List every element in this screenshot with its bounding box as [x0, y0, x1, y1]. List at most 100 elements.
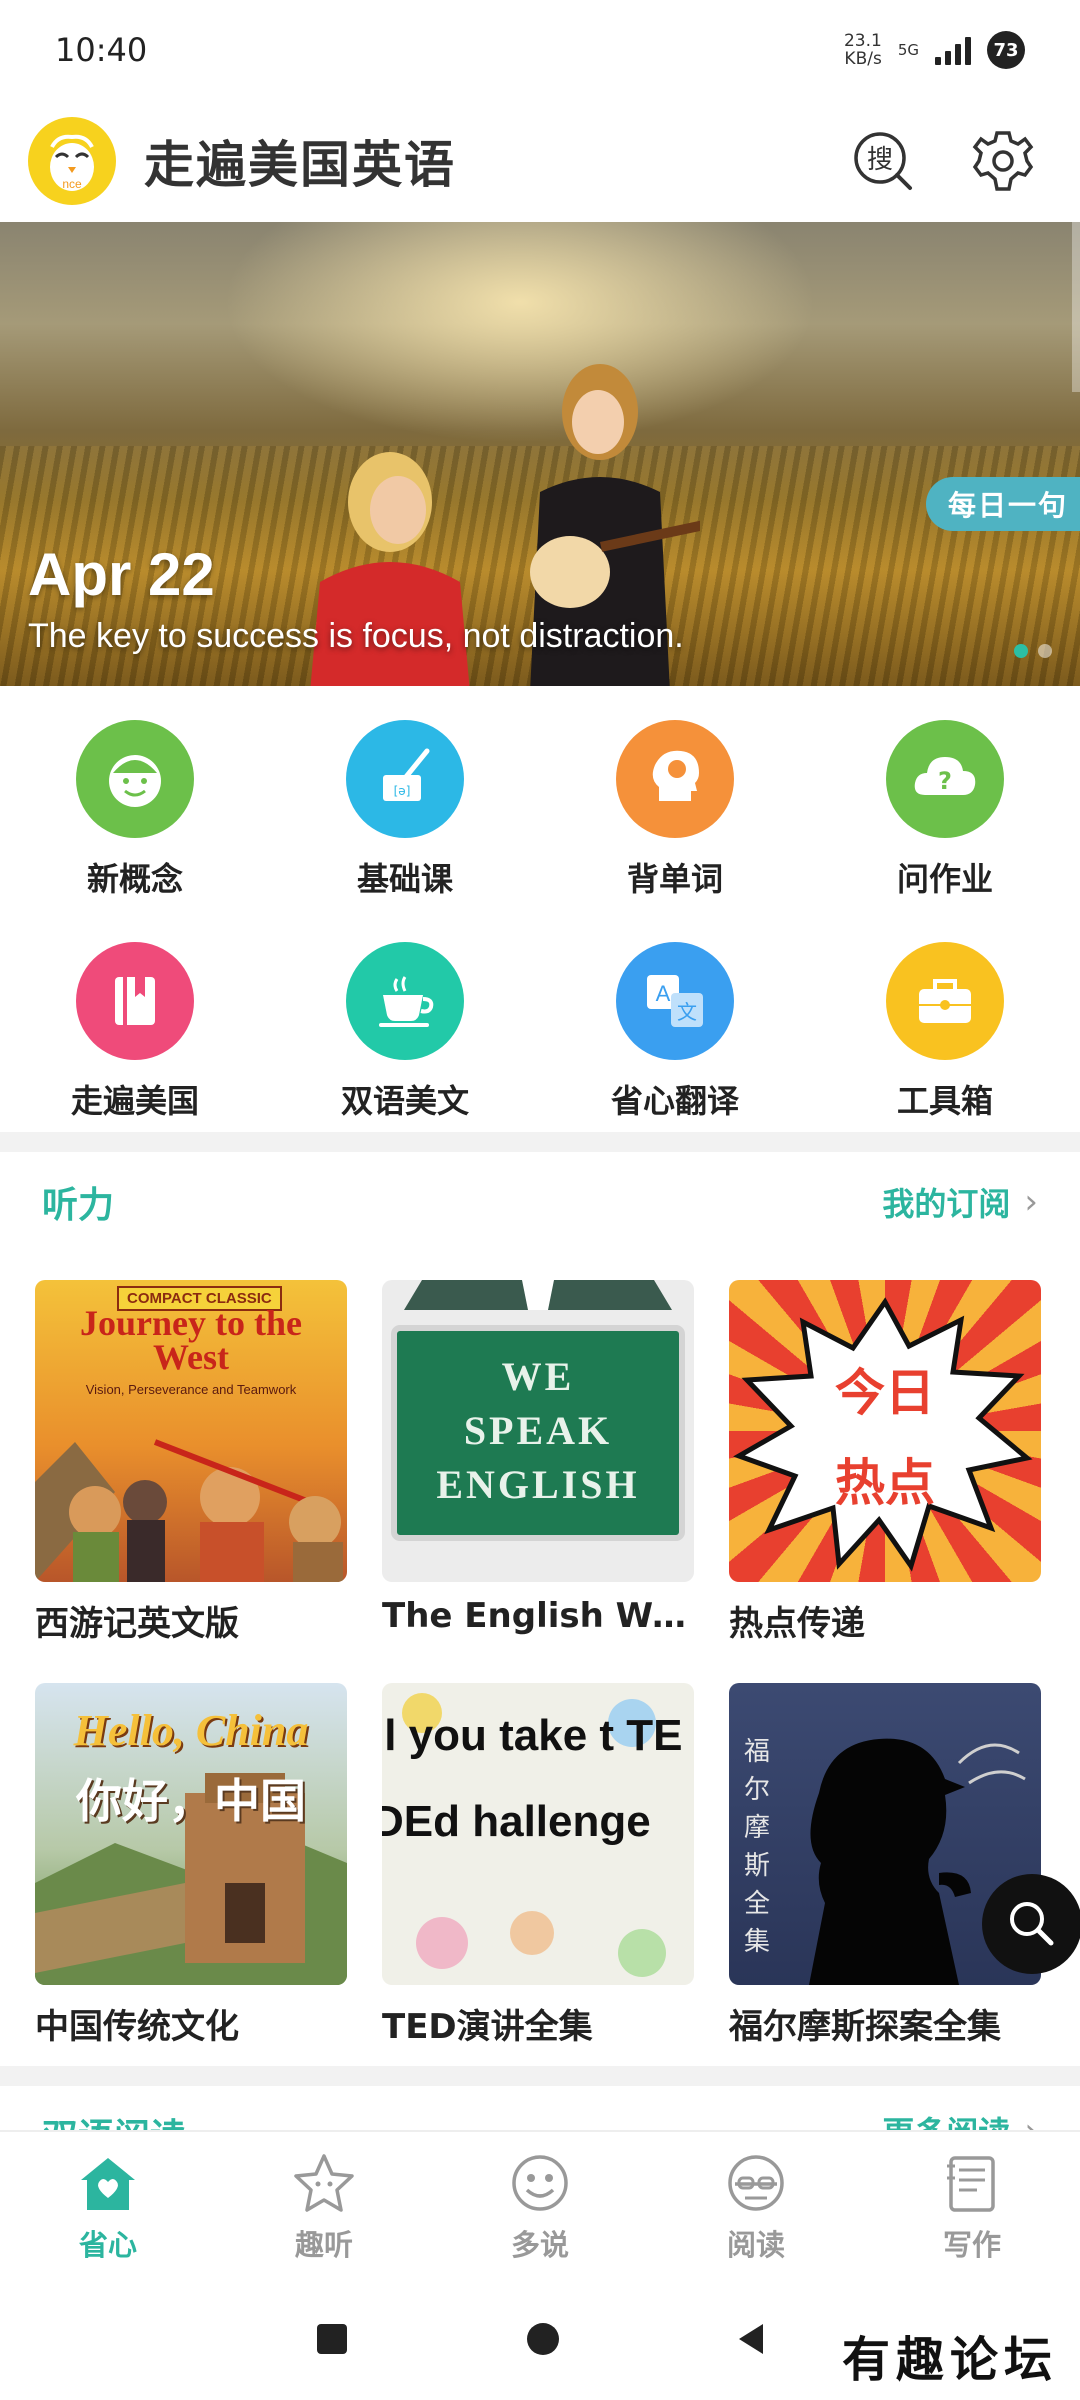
card-title: 福尔摩斯探案全集 — [729, 2007, 1001, 2047]
category-grid: 新概念 [ə] 基础课 背单词 ? 问作业 走遍美国 双语美文 A文 省心翻译 — [0, 700, 1080, 1130]
daily-sentence-banner[interactable]: 每日一句 Apr 22 The key to success is focus,… — [0, 222, 1080, 686]
nav-label: 多说 — [510, 2228, 569, 2262]
smiley-face-icon — [76, 720, 194, 838]
listening-card-grid: COMPACT CLASSIC Journey to the West Visi… — [35, 1280, 1045, 2048]
listening-card[interactable]: 今日 热点 热点传递 — [729, 1280, 1041, 1645]
bilingual-reading-section-header: 双语阅读 更多阅读 › — [0, 2086, 1080, 2130]
listening-card[interactable]: 福尔摩斯全集 福尔摩斯探案全集 — [729, 1683, 1041, 2048]
card-title: 热点传递 — [729, 1604, 865, 1644]
status-time: 10:40 — [55, 31, 148, 69]
chevron-right-icon: › — [1024, 1182, 1038, 1222]
category-label: 走遍美国 — [70, 1082, 199, 1120]
nav-write[interactable]: 写作 — [864, 2132, 1080, 2278]
head-abc-icon — [616, 720, 734, 838]
logo-text: nce — [62, 177, 82, 191]
daily-sentence-tag[interactable]: 每日一句 — [925, 477, 1080, 531]
toolbox-icon — [886, 942, 1004, 1060]
nav-read[interactable]: 阅读 — [648, 2132, 864, 2278]
magnifier-icon — [1010, 1902, 1054, 1946]
banner-dot-active — [1014, 644, 1028, 658]
listening-card[interactable]: COMPACT CLASSIC Journey to the West Visi… — [35, 1280, 347, 1645]
card-title: 中国传统文化 — [35, 2007, 239, 2047]
gear-icon — [972, 131, 1034, 191]
status-bar: 10:40 23.1 KB/s 5G 73 — [0, 0, 1080, 100]
network-type: 5G — [897, 41, 919, 59]
nav-listen[interactable]: 趣听 — [216, 2132, 432, 2278]
recent-apps-button[interactable] — [317, 2324, 347, 2354]
home-button[interactable] — [527, 2323, 559, 2355]
category-label: 问作业 — [896, 860, 993, 898]
nav-label: 写作 — [942, 2228, 1001, 2262]
nav-label: 趣听 — [294, 2228, 353, 2262]
bilingual-reading-title: 双语阅读 — [42, 2108, 186, 2130]
search-icon: 搜 — [854, 132, 912, 190]
header-actions: 搜 — [848, 126, 1052, 196]
svg-text:A: A — [656, 981, 671, 1006]
listening-title: 听力 — [42, 1185, 115, 1226]
reading-glasses-icon — [721, 2148, 791, 2218]
listening-card[interactable]: ll you take t TEDEd hallenge TED演讲全集 — [382, 1683, 694, 2048]
banner-quote: The key to success is focus, not distrac… — [28, 617, 684, 655]
category-toolbox[interactable]: 工具箱 — [810, 922, 1080, 1144]
card-title: TED演讲全集 — [382, 2007, 593, 2047]
card-cover-hello-china: Hello, China 你好，中国 — [35, 1683, 347, 1985]
signal-icon — [935, 35, 971, 65]
banner-scrollbar — [1072, 222, 1080, 392]
category-label: 基础课 — [356, 860, 453, 898]
bottom-navigation: 省心 趣听 多说 阅读 写作 — [0, 2130, 1080, 2278]
category-label: 省心翻译 — [610, 1082, 739, 1120]
my-subscriptions-link[interactable]: 我的订阅 › — [882, 1179, 1038, 1225]
svg-text:文: 文 — [677, 1000, 697, 1024]
app-header: nce 走遍美国英语 搜 — [0, 100, 1080, 222]
card-cover-journey-west: COMPACT CLASSIC Journey to the West Visi… — [35, 1280, 347, 1582]
bird-logo-icon — [50, 134, 94, 191]
status-indicators: 23.1 KB/s 5G 73 — [844, 31, 1025, 69]
category-vocabulary[interactable]: 背单词 — [540, 700, 810, 922]
listening-card[interactable]: Hello, China 你好，中国 中国传统文化 — [35, 1683, 347, 2048]
forum-watermark: 有趣论坛 — [841, 2332, 1058, 2388]
back-button[interactable] — [739, 2324, 763, 2354]
app-logo: nce — [28, 117, 116, 205]
paint-brush-icon: [ə] — [346, 720, 464, 838]
section-divider — [0, 1132, 1080, 1152]
settings-button[interactable] — [968, 126, 1038, 196]
monkey-king-illustration — [35, 1439, 343, 1582]
banner-date: Apr 22 — [28, 541, 215, 608]
star-face-icon — [289, 2148, 359, 2218]
category-translation[interactable]: A文 省心翻译 — [540, 922, 810, 1144]
svg-text:?: ? — [938, 767, 952, 795]
battery-indicator: 73 — [987, 31, 1025, 69]
network-speed: 23.1 KB/s — [843, 31, 882, 69]
category-label: 新概念 — [86, 860, 183, 898]
nav-home[interactable]: 省心 — [0, 2132, 216, 2278]
translate-icon: A文 — [616, 942, 734, 1060]
card-cover-english-we-speak: WE SPEAK ENGLISH — [382, 1280, 694, 1582]
nav-speak[interactable]: 多说 — [432, 2132, 648, 2278]
card-title: 西游记英文版 — [35, 1604, 239, 1644]
cloud-question-icon: ? — [886, 720, 1004, 838]
category-new-concept[interactable]: 新概念 — [0, 700, 270, 922]
floating-search-button[interactable] — [982, 1874, 1080, 1974]
notepad-icon — [937, 2148, 1007, 2218]
home-heart-icon — [73, 2148, 143, 2218]
category-basic-course[interactable]: [ə] 基础课 — [270, 700, 540, 922]
category-bilingual-essays[interactable]: 双语美文 — [270, 922, 540, 1144]
listening-card[interactable]: WE SPEAK ENGLISH The English We Speak — [382, 1280, 694, 1645]
card-title: The English We Speak — [382, 1596, 694, 1636]
category-label: 工具箱 — [896, 1082, 993, 1120]
svg-text:搜: 搜 — [867, 145, 893, 175]
category-homework[interactable]: ? 问作业 — [810, 700, 1080, 922]
category-label: 背单词 — [626, 860, 723, 898]
nav-label: 阅读 — [726, 2228, 785, 2262]
search-button[interactable]: 搜 — [848, 126, 918, 196]
card-cover-ted: ll you take t TEDEd hallenge — [382, 1683, 694, 1985]
app-title: 走遍美国英语 — [144, 136, 456, 194]
listening-section-header: 听力 我的订阅 › — [0, 1152, 1080, 1252]
card-cover-hot-topics: 今日 热点 — [729, 1280, 1041, 1582]
nav-label: 省心 — [78, 2228, 137, 2262]
banner-dot — [1038, 644, 1052, 658]
more-reading-link[interactable]: 更多阅读 › — [882, 2108, 1038, 2130]
section-divider — [0, 2066, 1080, 2086]
coffee-cup-icon — [346, 942, 464, 1060]
category-walk-america[interactable]: 走遍美国 — [0, 922, 270, 1144]
